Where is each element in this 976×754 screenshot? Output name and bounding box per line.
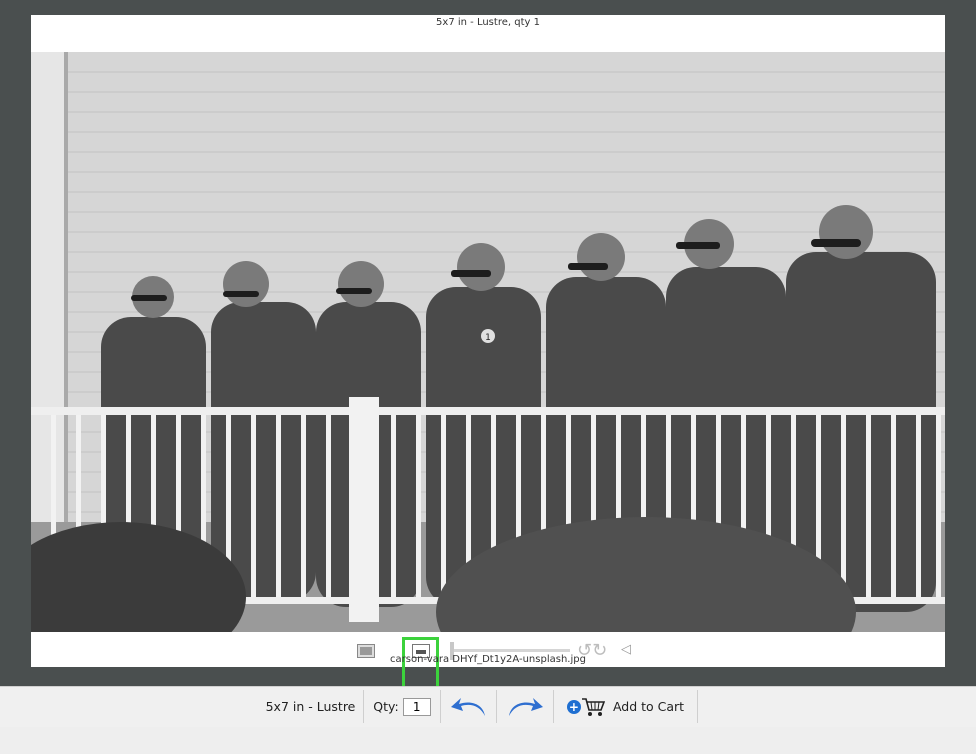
- print-preview-card: 5x7 in - Lustre, qty 1 1 ↺↻ ◁ carson-var…: [31, 15, 945, 689]
- qty-label: Qty:: [373, 699, 399, 714]
- bottom-toolbar: 5x7 in - Lustre Qty: + Add to Cart: [0, 686, 976, 728]
- shopping-cart-icon: [581, 697, 605, 716]
- photo-preview[interactable]: 1: [31, 52, 945, 632]
- footer-strip: [0, 727, 976, 754]
- add-to-cart-button[interactable]: + Add to Cart: [554, 690, 698, 723]
- print-size-title: 5x7 in - Lustre, qty 1: [436, 17, 540, 28]
- zoom-slider-track[interactable]: [452, 649, 570, 652]
- group-photo: 1: [31, 52, 945, 632]
- add-to-cart-label: Add to Cart: [612, 699, 685, 714]
- product-label: 5x7 in - Lustre: [258, 690, 364, 723]
- photo-badge-number: 1: [485, 333, 491, 343]
- undo-button[interactable]: [441, 690, 497, 723]
- image-controls: ↺↻ ◁ carson-vara DHYf_Dt1y2A-unsplash.jp…: [31, 632, 945, 689]
- redo-button[interactable]: [497, 690, 554, 723]
- undo-icon: [450, 697, 485, 716]
- redo-icon: [509, 697, 543, 716]
- plus-circle-icon: +: [566, 699, 581, 714]
- quantity-section: Qty:: [364, 690, 441, 723]
- image-filename: carson-vara DHYf_Dt1y2A-unsplash.jpg: [390, 654, 586, 665]
- quantity-input[interactable]: [402, 697, 431, 716]
